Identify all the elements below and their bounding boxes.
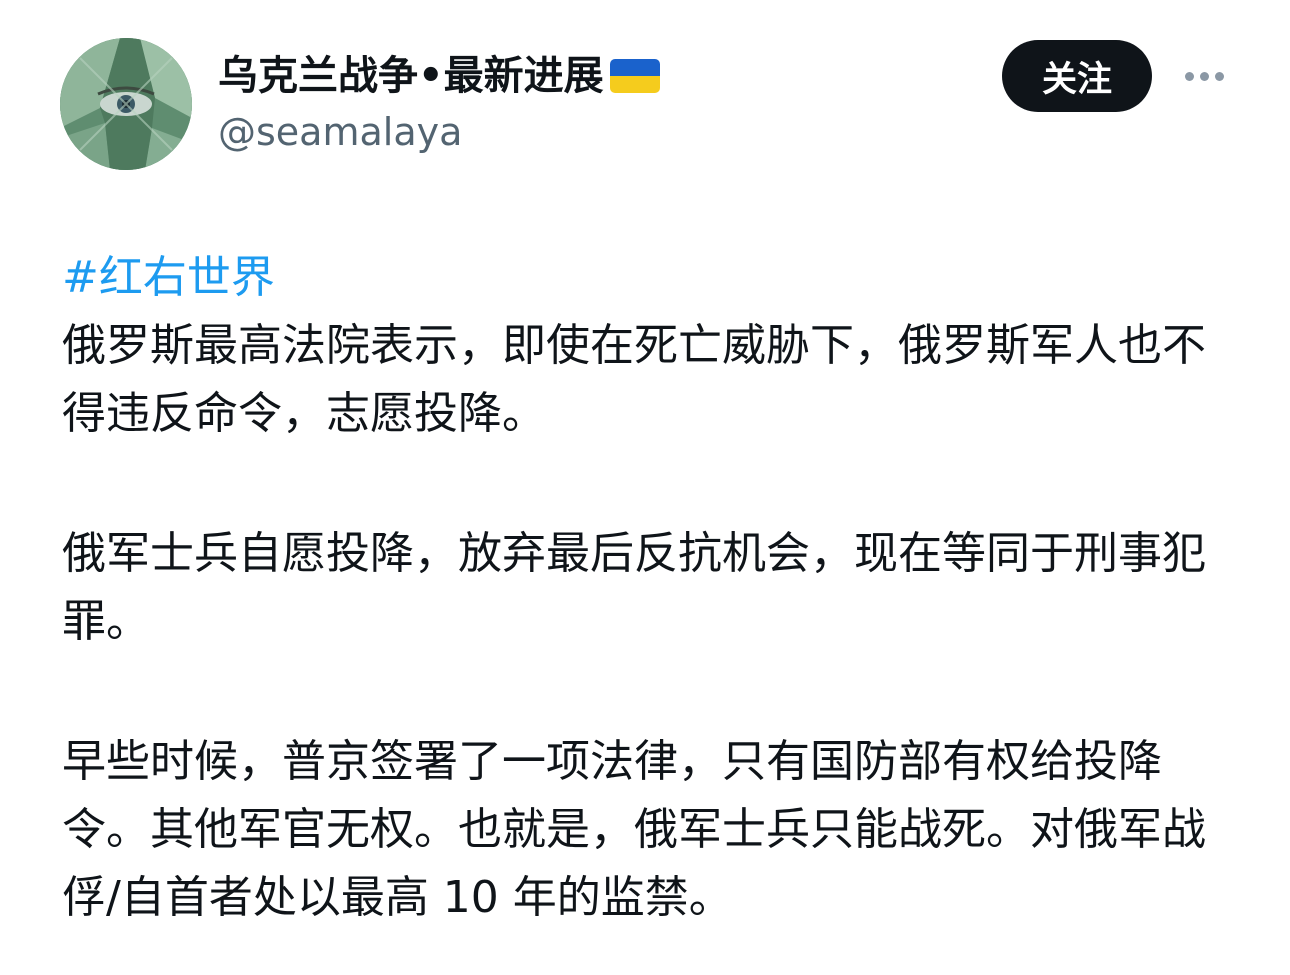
- ukraine-flag-icon: [609, 59, 660, 93]
- follow-button[interactable]: 关注: [1002, 40, 1152, 112]
- display-name-row[interactable]: 乌克兰战争•最新进展: [218, 50, 660, 102]
- more-options-icon[interactable]: [1178, 58, 1230, 94]
- tweet-paragraph-2: 俄军士兵自愿投降，放弃最后反抗机会，现在等同于刑事犯罪。: [62, 528, 1206, 647]
- hashtag-link[interactable]: #红右世界: [62, 244, 1237, 312]
- display-name[interactable]: 乌克兰战争•最新进展: [218, 50, 604, 102]
- tweet-paragraph-1: 俄罗斯最高法院表示，即使在死亡威胁下，俄罗斯军人也不得违反命令，志愿投降。: [62, 320, 1206, 439]
- avatar-image: [60, 38, 192, 170]
- tweet-header: 乌克兰战争•最新进展 @seamalaya 关注: [0, 0, 1290, 200]
- user-handle[interactable]: @seamalaya: [218, 108, 462, 156]
- tweet-text: #红右世界 俄罗斯最高法院表示，即使在死亡威胁下，俄罗斯军人也不得违反命令，志愿…: [62, 244, 1237, 932]
- tweet-paragraph-3: 早些时候，普京签署了一项法律，只有国防部有权给投降令。其他军官无权。也就是，俄军…: [62, 736, 1206, 923]
- avatar[interactable]: [60, 38, 192, 170]
